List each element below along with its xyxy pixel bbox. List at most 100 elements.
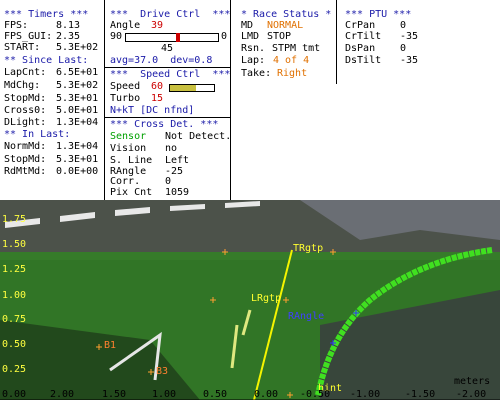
trgtp-label: TRgtp [293,243,324,254]
sline-value: Left [165,155,190,166]
cross0-value: 5.0E+01 [56,105,99,116]
angle-value: 39 [151,20,164,31]
crpan-label: CrPan [345,20,376,31]
y-tick: 0.50 [2,339,27,350]
vision-value: no [165,143,178,154]
y-tick: 1.25 [2,264,27,275]
in-last-title: ** In Last: [4,129,71,140]
y-tick: 0.75 [2,314,27,325]
speed-value: 60 [151,81,164,92]
sensor-value: Not Detect. [165,131,232,142]
stopmd2-label: StopMd: [4,154,47,165]
rdmtmd-label: RdMtMd: [4,166,47,177]
start-label: START: [4,42,41,53]
normmd-value: 1.3E+04 [56,141,99,152]
nkt-status: N+kT [DC nfnd] [110,105,195,116]
lapcnt-label: LapCnt: [4,67,47,78]
angle-slider[interactable] [125,33,219,42]
fps-gui-value: 2.35 [56,31,81,42]
rsn-value: STPM tmt [272,43,321,54]
mdchg-label: MdChg: [4,80,41,91]
drive-ctrl-title: *** Drive Ctrl *** [110,9,231,20]
lmd-label: LMD [241,31,260,42]
y-tick: 1.00 [2,290,27,301]
fps-gui-label: FPS_GUI: [4,31,53,42]
dspan-value: 0 [400,43,407,54]
angle-slider-knob[interactable] [176,33,180,42]
dlight-value: 1.3E+04 [56,117,99,128]
lap-label: Lap: [241,55,266,66]
mdchg-value: 5.3E+02 [56,80,99,91]
rsn-label: Rsn. [241,43,266,54]
vision-label: Vision [110,143,147,154]
md-value: NORMAL [267,20,304,31]
timers-panel: *** Timers *** FPS: 8.13 FPS_GUI: 2.35 S… [0,0,104,200]
angle-slider-min: 90 [110,31,123,42]
camera-view: TRgtp LRgtp RAngle B3 B1 hint 1.75 1.50 … [0,200,500,400]
corr-value: 0 [165,176,172,187]
since-last-title: ** Since Last: [4,55,89,66]
rangle-overlay-label: RAngle [288,311,325,322]
speed-bar-fill [170,85,196,91]
stopmd-label: StopMd: [4,93,47,104]
ptu-title: *** PTU *** [345,9,412,20]
x-tick: 1.50 [102,389,127,400]
sline-label: S. Line [110,155,153,166]
fps-label: FPS: [4,20,29,31]
x-tick: 2.00 [50,389,75,400]
turbo-value: 15 [151,93,164,104]
stopmd2-value: 5.3E+01 [56,154,99,165]
fps-value: 8.13 [56,20,81,31]
take-label: Take: [241,68,272,79]
y-tick: 0.25 [2,364,27,375]
dspan-label: DsPan [345,43,376,54]
dlight-label: DLight: [4,117,47,128]
turbo-label: Turbo [110,93,141,104]
normmd-label: NormMd: [4,141,47,152]
stopmd-value: 5.3E+01 [56,93,99,104]
start-value: 5.3E+02 [56,42,99,53]
lmd-value: STOP [267,31,292,42]
crtilt-value: -35 [400,31,419,42]
race-status-title: * Race Status * [241,9,332,20]
y-tick: 1.50 [2,239,27,250]
avg-dev-readout: avg=37.0 dev=0.8 [110,55,213,66]
lapcnt-value: 6.5E+01 [56,67,99,78]
take-value: Right [277,68,308,79]
crtilt-label: CrTilt [345,31,382,42]
lap-value: 4 of 4 [273,55,310,66]
angle-label: Angle [110,20,141,31]
section-divider [105,67,230,68]
angle-slider-center: 45 [161,43,174,54]
timers-title: *** Timers *** [4,9,89,20]
speed-ctrl-title: *** Speed Ctrl *** [110,69,231,80]
md-label: MD [241,20,254,31]
angle-slider-max: 0 [221,31,228,42]
cross0-label: Cross0: [4,105,47,116]
rdmtmd-value: 0.0E+00 [56,166,99,177]
unit-label: meters [454,376,491,387]
cross-det-title: *** Cross Det. *** [110,119,219,130]
b1-label: B1 [104,340,117,351]
x-tick: 1.00 [152,389,177,400]
sensor-label: Sensor [110,131,147,142]
crpan-value: 0 [400,20,407,31]
x-tick: -2.00 [456,389,487,400]
b3-label: B3 [156,366,169,377]
lrgtp-label: LRgtp [251,293,282,304]
x-tick: -1.50 [405,389,436,400]
race-status-panel: * Race Status * MD NORMAL LMD STOP Rsn. … [231,0,336,84]
section-divider [105,117,230,118]
pixcnt-value: 1059 [165,187,190,198]
x-tick: 0.50 [203,389,228,400]
pixcnt-label: Pix Cnt [110,187,153,198]
corr-label: Corr. [110,176,141,187]
dstilt-label: DsTilt [345,55,382,66]
speed-label: Speed [110,81,141,92]
camera-view-graphics [0,200,500,400]
y-tick-zero: 0.00 [2,389,27,400]
x-tick: -0.50 [300,389,331,400]
dstilt-value: -35 [400,55,419,66]
speed-bar [169,84,215,92]
y-tick: 1.75 [2,214,27,225]
